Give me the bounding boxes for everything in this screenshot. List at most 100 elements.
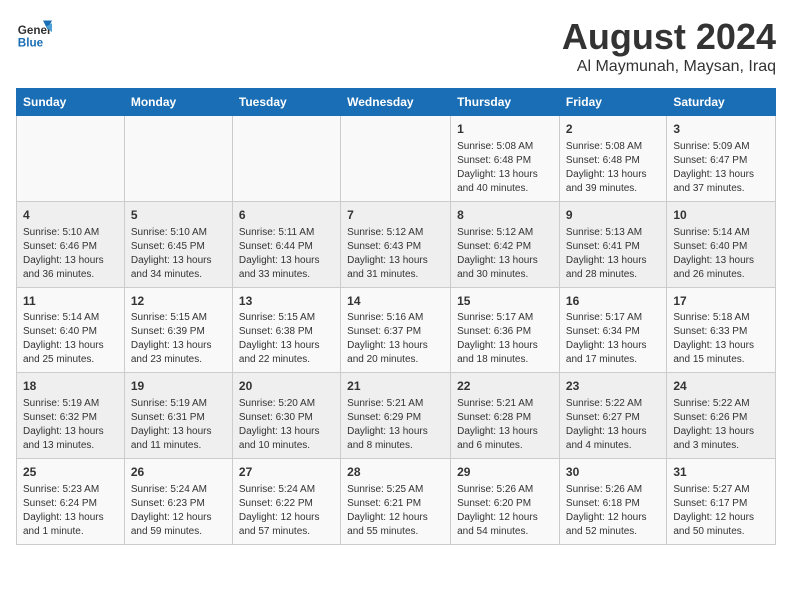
day-info: Sunrise: 5:16 AM Sunset: 6:37 PM Dayligh… [347,311,444,367]
day-info: Sunrise: 5:10 AM Sunset: 6:46 PM Dayligh… [23,226,118,282]
calendar-cell: 15Sunrise: 5:17 AM Sunset: 6:36 PM Dayli… [451,287,560,373]
day-info: Sunrise: 5:18 AM Sunset: 6:33 PM Dayligh… [673,311,769,367]
day-info: Sunrise: 5:25 AM Sunset: 6:21 PM Dayligh… [347,483,444,539]
day-number: 2 [566,121,660,138]
calendar-cell: 10 Sunrise: 5:14 AM Sunset: 6:40 PM Dayli… [667,201,776,287]
calendar-cell: 3 Sunrise: 5:09 AM Sunset: 6:47 PM Daylig… [667,116,776,202]
day-number: 3 [673,121,769,138]
day-number: 6 [239,207,334,224]
calendar-cell: 23 Sunrise: 5:22 AM Sunset: 6:27 PM Dayli… [559,373,666,459]
day-number: 23 [566,378,660,395]
day-info: Sunrise: 5:26 AM Sunset: 6:18 PM Dayligh… [566,483,660,539]
day-info: Sunrise: 5:17 AM Sunset: 6:36 PM Dayligh… [457,311,553,367]
day-info: Sunrise: 5:09 AM Sunset: 6:47 PM Dayligh… [673,140,769,196]
calendar-week-row: 25 Sunrise: 5:23 AM Sunset: 6:24 PM Dayli… [17,459,776,545]
day-info: Sunrise: 5:15 AM Sunset: 6:38 PM Dayligh… [239,311,334,367]
day-number: 17 [673,293,769,310]
day-number: 16 [566,293,660,310]
calendar-cell: 28 Sunrise: 5:25 AM Sunset: 6:21 PM Dayli… [341,459,451,545]
day-info: Sunrise: 5:11 AM Sunset: 6:44 PM Dayligh… [239,226,334,282]
calendar-cell: 12Sunrise: 5:15 AM Sunset: 6:39 PM Dayli… [124,287,232,373]
calendar-cell: 13Sunrise: 5:15 AM Sunset: 6:38 PM Dayli… [232,287,340,373]
day-number: 8 [457,207,553,224]
day-number: 13 [239,293,334,310]
day-number: 12 [131,293,226,310]
calendar-cell: 26 Sunrise: 5:24 AM Sunset: 6:23 PM Dayli… [124,459,232,545]
day-info: Sunrise: 5:21 AM Sunset: 6:29 PM Dayligh… [347,397,444,453]
day-info: Sunrise: 5:24 AM Sunset: 6:22 PM Dayligh… [239,483,334,539]
day-info: Sunrise: 5:13 AM Sunset: 6:41 PM Dayligh… [566,226,660,282]
day-number: 30 [566,464,660,481]
logo-icon: General Blue [16,16,52,52]
day-info: Sunrise: 5:14 AM Sunset: 6:40 PM Dayligh… [673,226,769,282]
day-info: Sunrise: 5:15 AM Sunset: 6:39 PM Dayligh… [131,311,226,367]
day-number: 5 [131,207,226,224]
weekday-header: Monday [124,89,232,116]
day-number: 29 [457,464,553,481]
day-number: 27 [239,464,334,481]
calendar-cell: 1 Sunrise: 5:08 AM Sunset: 6:48 PM Daylig… [451,116,560,202]
calendar-cell: 7Sunrise: 5:12 AM Sunset: 6:43 PM Daylig… [341,201,451,287]
page-header: General Blue August 2024 Al Maymunah, Ma… [16,16,776,76]
day-info: Sunrise: 5:24 AM Sunset: 6:23 PM Dayligh… [131,483,226,539]
day-number: 19 [131,378,226,395]
day-number: 18 [23,378,118,395]
day-info: Sunrise: 5:12 AM Sunset: 6:43 PM Dayligh… [347,226,444,282]
calendar-cell: 25 Sunrise: 5:23 AM Sunset: 6:24 PM Dayli… [17,459,125,545]
day-info: Sunrise: 5:08 AM Sunset: 6:48 PM Dayligh… [566,140,660,196]
day-number: 26 [131,464,226,481]
day-info: Sunrise: 5:14 AM Sunset: 6:40 PM Dayligh… [23,311,118,367]
day-info: Sunrise: 5:10 AM Sunset: 6:45 PM Dayligh… [131,226,226,282]
day-number: 4 [23,207,118,224]
calendar-cell [124,116,232,202]
calendar-cell: 30 Sunrise: 5:26 AM Sunset: 6:18 PM Dayli… [559,459,666,545]
calendar-cell: 9Sunrise: 5:13 AM Sunset: 6:41 PM Daylig… [559,201,666,287]
weekday-header: Saturday [667,89,776,116]
day-number: 22 [457,378,553,395]
day-info: Sunrise: 5:19 AM Sunset: 6:32 PM Dayligh… [23,397,118,453]
day-number: 28 [347,464,444,481]
calendar-cell: 14Sunrise: 5:16 AM Sunset: 6:37 PM Dayli… [341,287,451,373]
day-number: 14 [347,293,444,310]
weekday-header: Wednesday [341,89,451,116]
weekday-header: Friday [559,89,666,116]
day-number: 21 [347,378,444,395]
day-number: 1 [457,121,553,138]
calendar-week-row: 11Sunrise: 5:14 AM Sunset: 6:40 PM Dayli… [17,287,776,373]
calendar-cell: 4 Sunrise: 5:10 AM Sunset: 6:46 PM Daylig… [17,201,125,287]
calendar-cell: 16Sunrise: 5:17 AM Sunset: 6:34 PM Dayli… [559,287,666,373]
day-number: 20 [239,378,334,395]
calendar-cell: 24Sunrise: 5:22 AM Sunset: 6:26 PM Dayli… [667,373,776,459]
calendar-cell: 17Sunrise: 5:18 AM Sunset: 6:33 PM Dayli… [667,287,776,373]
calendar-cell [341,116,451,202]
title-block: August 2024 Al Maymunah, Maysan, Iraq [562,16,776,76]
day-info: Sunrise: 5:23 AM Sunset: 6:24 PM Dayligh… [23,483,118,539]
svg-text:Blue: Blue [18,37,44,50]
calendar-cell: 20Sunrise: 5:20 AM Sunset: 6:30 PM Dayli… [232,373,340,459]
month-year-title: August 2024 [562,16,776,58]
day-info: Sunrise: 5:22 AM Sunset: 6:27 PM Dayligh… [566,397,660,453]
location-subtitle: Al Maymunah, Maysan, Iraq [562,58,776,76]
weekday-header: Sunday [17,89,125,116]
calendar-week-row: 1 Sunrise: 5:08 AM Sunset: 6:48 PM Daylig… [17,116,776,202]
calendar-week-row: 4 Sunrise: 5:10 AM Sunset: 6:46 PM Daylig… [17,201,776,287]
calendar-cell: 29 Sunrise: 5:26 AM Sunset: 6:20 PM Dayli… [451,459,560,545]
calendar-cell: 11Sunrise: 5:14 AM Sunset: 6:40 PM Dayli… [17,287,125,373]
day-number: 10 [673,207,769,224]
calendar-cell: 5 Sunrise: 5:10 AM Sunset: 6:45 PM Daylig… [124,201,232,287]
day-info: Sunrise: 5:12 AM Sunset: 6:42 PM Dayligh… [457,226,553,282]
calendar-week-row: 18 Sunrise: 5:19 AM Sunset: 6:32 PM Dayli… [17,373,776,459]
day-info: Sunrise: 5:26 AM Sunset: 6:20 PM Dayligh… [457,483,553,539]
day-number: 25 [23,464,118,481]
day-number: 24 [673,378,769,395]
calendar-cell: 31Sunrise: 5:27 AM Sunset: 6:17 PM Dayli… [667,459,776,545]
calendar-cell: 6 Sunrise: 5:11 AM Sunset: 6:44 PM Daylig… [232,201,340,287]
day-info: Sunrise: 5:21 AM Sunset: 6:28 PM Dayligh… [457,397,553,453]
calendar-cell: 18 Sunrise: 5:19 AM Sunset: 6:32 PM Dayli… [17,373,125,459]
day-number: 15 [457,293,553,310]
calendar-cell: 19Sunrise: 5:19 AM Sunset: 6:31 PM Dayli… [124,373,232,459]
day-number: 31 [673,464,769,481]
day-info: Sunrise: 5:08 AM Sunset: 6:48 PM Dayligh… [457,140,553,196]
calendar-cell: 2 Sunrise: 5:08 AM Sunset: 6:48 PM Daylig… [559,116,666,202]
day-number: 11 [23,293,118,310]
